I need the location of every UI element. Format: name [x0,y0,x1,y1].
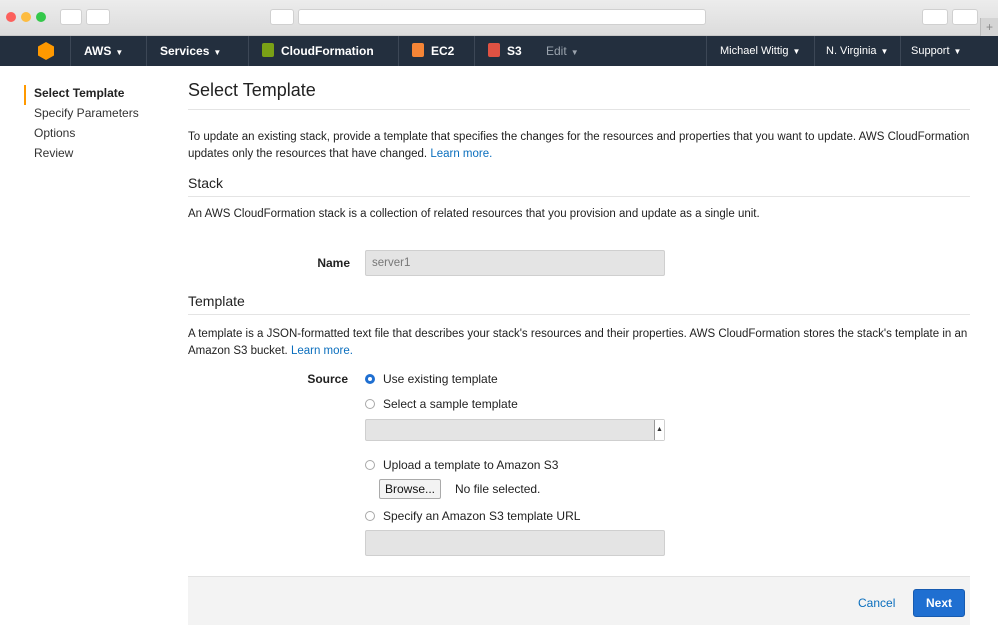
chevron-down-icon: ▼ [880,47,889,56]
aws-menu-label: AWS [84,44,112,58]
ec2-shortcut-label: EC2 [431,44,455,58]
no-file-selected-text: No file selected. [455,482,541,496]
cloudformation-shortcut[interactable]: CloudFormation [262,36,374,66]
ec2-shortcut[interactable]: EC2 [412,36,454,66]
window-controls [6,12,46,22]
wizard-step-specify-parameters[interactable]: Specify Parameters [24,105,139,125]
select-arrow-icon: ▲ [654,420,664,440]
maximize-window-button[interactable] [36,12,46,22]
user-menu-label: Michael Wittig [720,45,789,57]
chevron-down-icon: ▼ [570,48,579,57]
back-button[interactable] [60,9,82,25]
address-bar[interactable] [298,9,706,25]
browser-chrome: + [0,0,998,36]
chevron-down-icon: ▼ [213,48,222,57]
region-menu[interactable]: N. Virginia ▼ [826,36,888,66]
radio-unchecked-icon[interactable] [365,511,375,521]
sidebar-button[interactable] [270,9,294,25]
page-title: Select Template [188,80,970,110]
tabs-button[interactable] [952,9,978,25]
radio-use-existing-template[interactable]: Use existing template [365,372,498,386]
intro-text-body: To update an existing stack, provide a t… [188,131,970,160]
intro-text: To update an existing stack, provide a t… [188,129,970,163]
services-menu-label: Services [160,44,210,58]
edit-menu-label: Edit [546,44,567,58]
region-menu-label: N. Virginia [826,45,877,57]
wizard-steps: Select Template Specify Parameters Optio… [24,85,139,165]
s3-shortcut[interactable]: S3 [488,36,522,66]
close-window-button[interactable] [6,12,16,22]
ec2-icon [412,43,424,57]
chevron-down-icon: ▼ [953,47,962,56]
radio-sample-label: Select a sample template [383,397,518,411]
new-tab-icon[interactable]: + [980,18,998,36]
browse-button[interactable]: Browse... [379,479,442,499]
radio-url-label: Specify an Amazon S3 template URL [383,509,581,523]
radio-upload-template[interactable]: Upload a template to Amazon S3 [365,458,558,472]
wizard-step-review[interactable]: Review [24,145,139,165]
radio-s3-template-url[interactable]: Specify an Amazon S3 template URL [365,509,580,523]
stack-description: An AWS CloudFormation stack is a collect… [188,208,760,220]
radio-unchecked-icon[interactable] [365,399,375,409]
share-button[interactable] [922,9,948,25]
forward-button[interactable] [86,9,110,25]
minimize-window-button[interactable] [21,12,31,22]
radio-select-sample-template[interactable]: Select a sample template [365,397,518,411]
main-content: Select Template To update an existing st… [188,80,970,223]
services-menu[interactable]: Services ▼ [160,36,221,66]
name-label: Name [317,256,350,270]
chevron-down-icon: ▼ [115,48,124,57]
support-menu[interactable]: Support ▼ [911,36,961,66]
source-label: Source [307,372,348,386]
stack-section-heading: Stack [188,175,970,197]
template-description: A template is a JSON-formatted text file… [188,326,970,360]
s3-icon [488,43,500,57]
user-menu[interactable]: Michael Wittig ▼ [720,36,800,66]
template-learn-more-link[interactable]: Learn more. [291,345,353,357]
cancel-link[interactable]: Cancel [858,596,895,610]
aws-menu[interactable]: AWS ▼ [84,36,123,66]
sample-template-select[interactable]: ▲ [365,419,665,441]
edit-menu[interactable]: Edit ▼ [546,36,579,66]
radio-unchecked-icon[interactable] [365,460,375,470]
learn-more-link[interactable]: Learn more. [430,148,492,160]
wizard-step-options[interactable]: Options [24,125,139,145]
aws-console-navbar: AWS ▼ Services ▼ CloudFormation EC2 S3 Edi… [0,36,998,66]
aws-cube-icon[interactable] [38,42,54,60]
radio-upload-label: Upload a template to Amazon S3 [383,458,559,472]
stack-name-field[interactable]: server1 [365,250,665,276]
wizard-step-select-template[interactable]: Select Template [24,85,139,105]
support-menu-label: Support [911,45,950,57]
chevron-down-icon: ▼ [792,47,801,56]
next-button[interactable]: Next [913,589,965,617]
radio-use-existing-label: Use existing template [383,372,498,386]
template-section-heading: Template [188,293,970,315]
s3-template-url-field[interactable] [365,530,665,556]
wizard-footer [188,576,970,625]
s3-shortcut-label: S3 [507,44,522,58]
cloudformation-icon [262,43,274,57]
cloudformation-shortcut-label: CloudFormation [281,44,374,58]
radio-checked-icon[interactable] [365,374,375,384]
